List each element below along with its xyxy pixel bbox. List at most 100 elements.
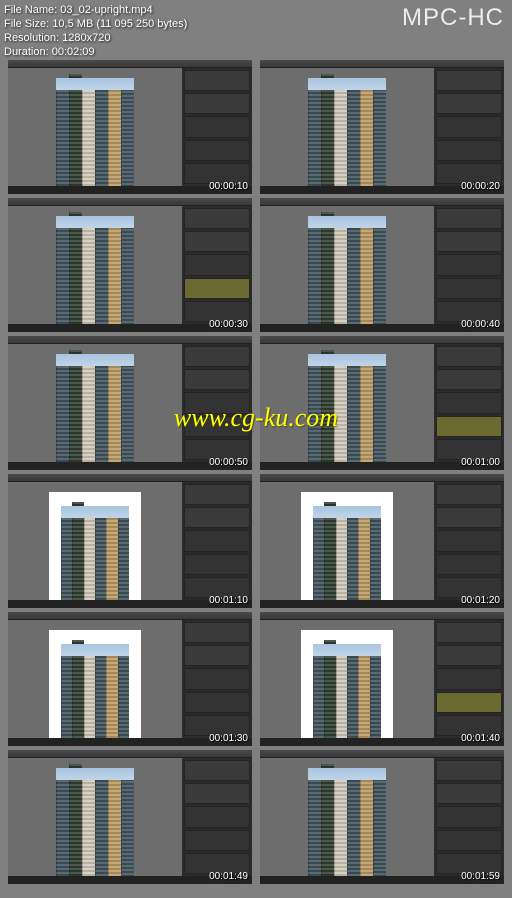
thumb-side-panel: [182, 482, 252, 600]
thumb-canvas: [8, 206, 182, 324]
thumb-body: [8, 482, 252, 600]
panel-block: [184, 622, 250, 643]
preview-image: [56, 78, 134, 186]
timestamp: 00:01:20: [461, 595, 500, 606]
thumb-side-panel: [434, 620, 504, 738]
thumb-body: [260, 206, 504, 324]
thumbnail[interactable]: 00:00:20: [260, 60, 504, 194]
preview-image: [308, 216, 386, 324]
timestamp: 00:00:50: [209, 457, 248, 468]
file-name-value: 03_02-upright.mp4: [60, 4, 152, 16]
thumbnail[interactable]: 00:01:20: [260, 474, 504, 608]
file-size-value: 10,5 MB (11 095 250 bytes): [52, 18, 187, 30]
thumb-menubar: [8, 612, 252, 620]
thumb-canvas: [260, 68, 434, 186]
thumbnail[interactable]: 00:01:30: [8, 612, 252, 746]
thumb-canvas: [8, 68, 182, 186]
duration-label: Duration:: [4, 46, 49, 58]
thumb-body: [8, 68, 252, 186]
panel-block: [436, 806, 502, 827]
panel-block: [436, 760, 502, 781]
thumb-menubar: [8, 60, 252, 68]
thumbnail[interactable]: 00:00:30: [8, 198, 252, 332]
panel-block: [184, 231, 250, 252]
thumb-canvas: [8, 482, 182, 600]
panel-block: [184, 692, 250, 713]
preview-image: [301, 630, 393, 738]
thumbnail[interactable]: 00:01:49: [8, 750, 252, 884]
panel-block: [436, 346, 502, 367]
thumb-canvas: [8, 620, 182, 738]
thumb-body: [260, 620, 504, 738]
thumbnail[interactable]: 00:01:10: [8, 474, 252, 608]
panel-block: [436, 278, 502, 299]
panel-block: [436, 254, 502, 275]
panel-block: [436, 116, 502, 137]
panel-block: [436, 645, 502, 666]
resolution-label: Resolution:: [4, 32, 59, 44]
panel-block: [184, 806, 250, 827]
panel-block: [184, 484, 250, 505]
thumbnail[interactable]: 00:01:40: [260, 612, 504, 746]
panel-block: [436, 622, 502, 643]
thumb-side-panel: [434, 758, 504, 876]
timestamp: 00:00:20: [461, 181, 500, 192]
panel-block: [184, 830, 250, 851]
thumb-canvas: [260, 620, 434, 738]
thumb-body: [260, 482, 504, 600]
timestamp: 00:00:10: [209, 181, 248, 192]
timestamp: 00:01:59: [461, 871, 500, 882]
thumbnail[interactable]: 00:00:10: [8, 60, 252, 194]
thumb-canvas: [260, 206, 434, 324]
thumb-canvas: [260, 758, 434, 876]
panel-block: [436, 484, 502, 505]
panel-block: [184, 346, 250, 367]
panel-block: [184, 645, 250, 666]
panel-block: [184, 783, 250, 804]
panel-block: [184, 93, 250, 114]
thumb-menubar: [8, 750, 252, 758]
preview-image: [56, 354, 134, 462]
thumb-menubar: [8, 336, 252, 344]
timestamp: 00:01:10: [209, 595, 248, 606]
thumb-menubar: [260, 474, 504, 482]
thumb-canvas: [8, 758, 182, 876]
preview-image: [56, 216, 134, 324]
preview-image: [308, 78, 386, 186]
panel-block: [436, 554, 502, 575]
panel-block: [184, 530, 250, 551]
file-size-label: File Size:: [4, 18, 49, 30]
thumb-side-panel: [182, 620, 252, 738]
thumbnail[interactable]: 00:01:59: [260, 750, 504, 884]
thumb-body: [260, 758, 504, 876]
panel-block: [436, 369, 502, 390]
thumb-menubar: [260, 60, 504, 68]
thumb-side-panel: [434, 344, 504, 462]
panel-block: [436, 231, 502, 252]
watermark-text: www.cg-ku.com: [174, 403, 338, 433]
thumb-body: [8, 758, 252, 876]
preview-image: [49, 492, 141, 600]
app-logo: MPC-HC: [402, 4, 504, 32]
preview-image: [49, 630, 141, 738]
timestamp: 00:01:40: [461, 733, 500, 744]
thumb-side-panel: [182, 68, 252, 186]
panel-block: [436, 70, 502, 91]
resolution-value: 1280x720: [62, 32, 110, 44]
file-info-overlay: File Name: 03_02-upright.mp4 File Size: …: [4, 3, 187, 59]
panel-block: [184, 140, 250, 161]
timestamp: 00:00:30: [209, 319, 248, 330]
panel-block: [436, 783, 502, 804]
panel-block: [184, 278, 250, 299]
thumb-body: [8, 206, 252, 324]
panel-block: [436, 93, 502, 114]
panel-block: [436, 416, 502, 437]
panel-block: [436, 530, 502, 551]
timestamp: 00:00:40: [461, 319, 500, 330]
preview-image: [56, 768, 134, 876]
thumb-side-panel: [182, 206, 252, 324]
panel-block: [184, 668, 250, 689]
thumbnail[interactable]: 00:00:40: [260, 198, 504, 332]
thumb-body: [8, 620, 252, 738]
panel-block: [184, 116, 250, 137]
